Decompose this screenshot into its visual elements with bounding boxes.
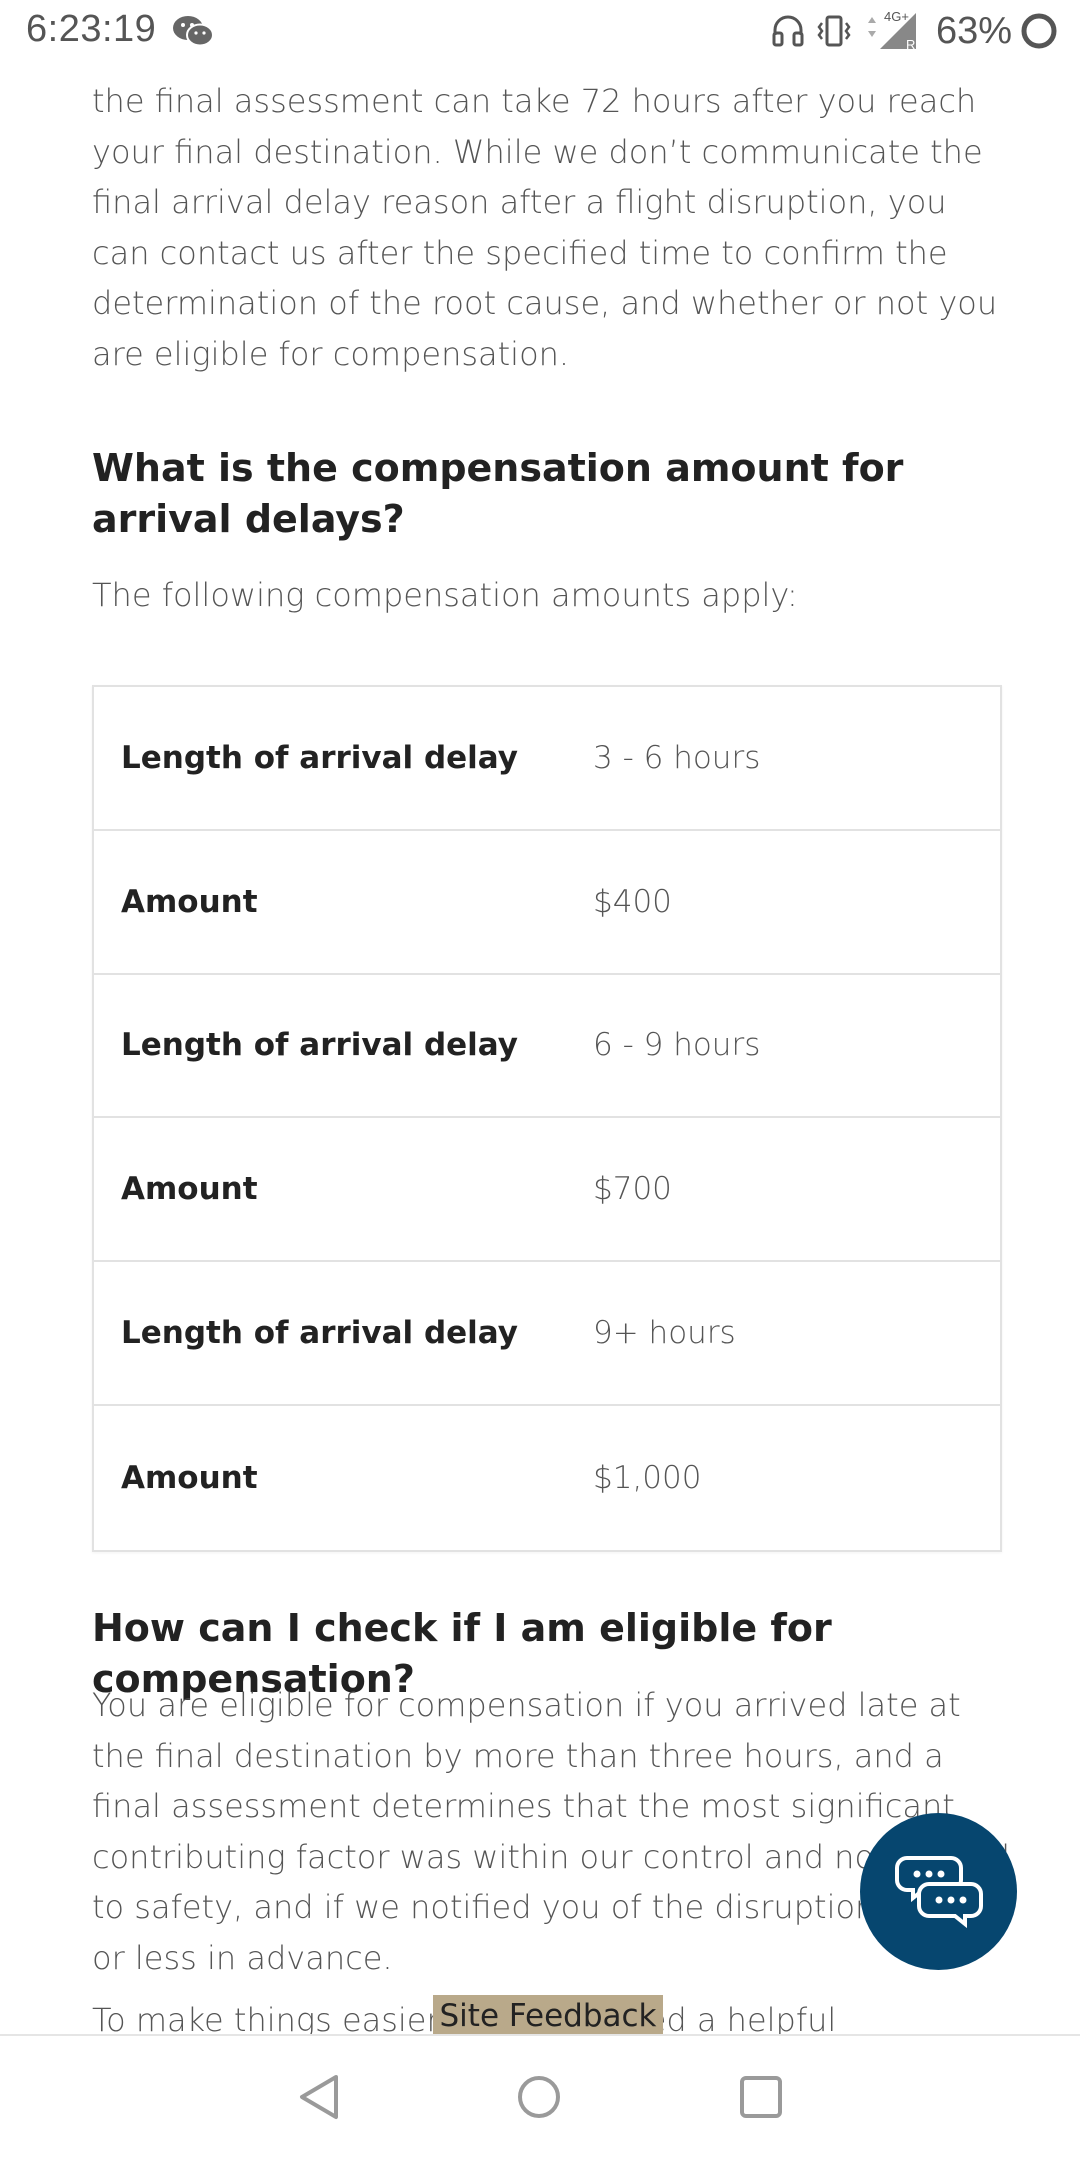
status-time: 6:23:19 [26, 8, 157, 50]
home-icon[interactable] [514, 2072, 564, 2127]
site-feedback-button[interactable]: Site Feedback [433, 1995, 663, 2035]
row-value: $700 [593, 1171, 672, 1208]
table-row: Length of arrival delay 3 - 6 hours [94, 687, 1000, 831]
wechat-icon [172, 14, 214, 48]
table-row: Amount $400 [94, 831, 1000, 975]
navigation-bar [0, 2034, 1080, 2160]
row-label: Length of arrival delay [121, 1315, 518, 1352]
article-paragraph: the final assessment can take 72 hours a… [92, 82, 998, 373]
screen: 6:23:19 4G+ R 63% the final assessment c… [0, 0, 1080, 2160]
row-label: Length of arrival delay [121, 1027, 518, 1064]
row-value: $400 [593, 883, 672, 920]
table-row: Length of arrival delay 6 - 9 hours [94, 975, 1000, 1119]
row-value: 3 - 6 hours [593, 739, 761, 776]
table-row: Amount $700 [94, 1118, 1000, 1263]
battery-icon [1020, 12, 1058, 50]
row-label: Amount [121, 1459, 258, 1496]
roaming-indicator: R [906, 37, 915, 52]
status-icons: 4G+ R 63% [770, 6, 1058, 56]
recent-apps-icon[interactable] [737, 2072, 785, 2127]
row-label: Amount [121, 1171, 258, 1208]
row-label: Amount [121, 883, 258, 920]
row-label: Length of arrival delay [121, 739, 518, 776]
chat-button[interactable] [860, 1813, 1017, 1970]
table-row: Amount $1,000 [94, 1406, 1000, 1550]
compensation-table: Length of arrival delay 3 - 6 hours Amou… [92, 685, 1002, 1552]
row-value: $1,000 [593, 1459, 702, 1496]
table-intro: The following compensation amounts apply… [92, 576, 798, 614]
status-bar: 6:23:19 4G+ R 63% [0, 0, 1080, 62]
headphones-icon [770, 13, 806, 49]
row-value: 6 - 9 hours [593, 1027, 761, 1064]
network-type: 4G+ [884, 9, 909, 24]
battery-percent: 63% [935, 9, 1012, 52]
table-row: Length of arrival delay 9+ hours [94, 1262, 1000, 1406]
section-heading-amount: What is the compensation amount for arri… [92, 446, 904, 541]
chat-bubbles-icon [894, 1855, 983, 1928]
row-value: 9+ hours [593, 1315, 736, 1352]
back-icon[interactable] [296, 2072, 342, 2127]
vibrate-icon [814, 13, 854, 49]
signal-icon: 4G+ R [862, 9, 924, 53]
